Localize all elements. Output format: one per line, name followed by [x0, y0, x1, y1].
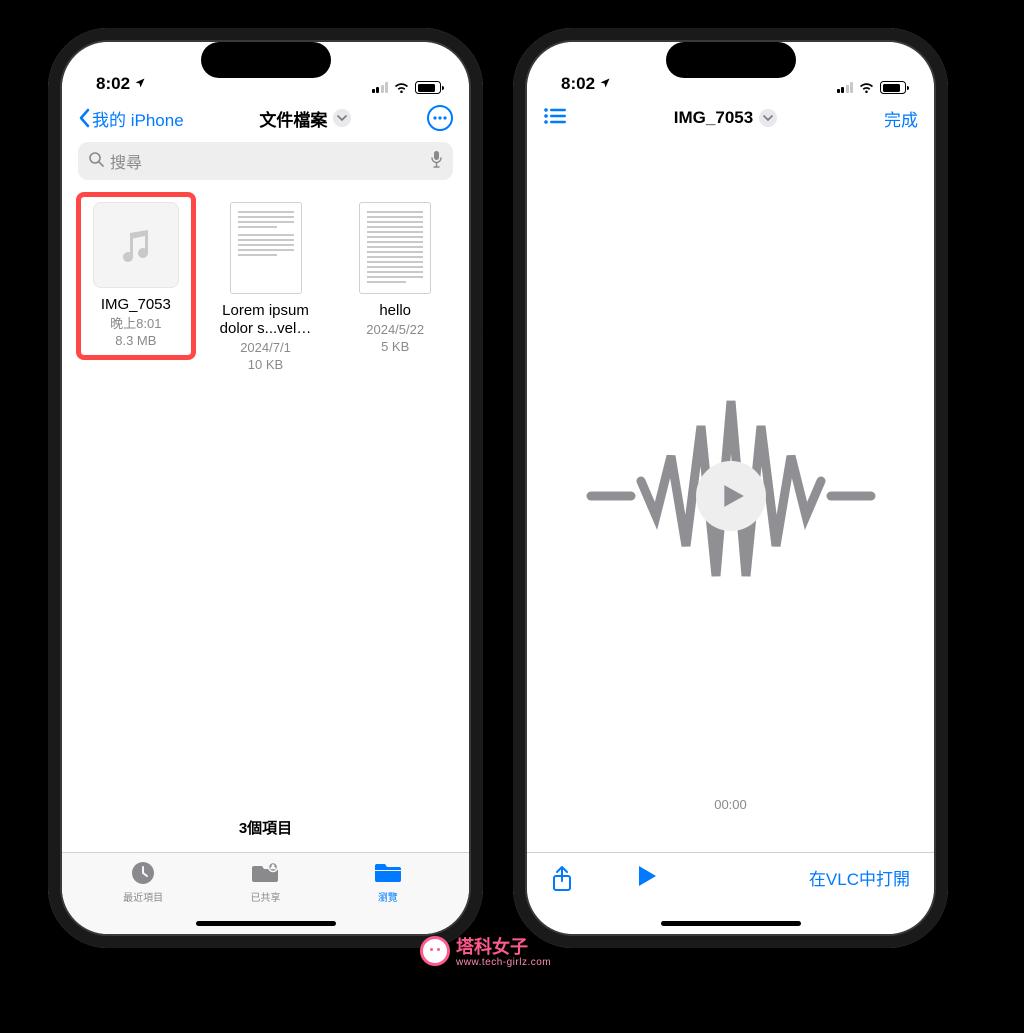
nav-title[interactable]: IMG_7053 — [674, 108, 777, 128]
location-icon — [134, 77, 146, 92]
more-button[interactable] — [427, 105, 453, 131]
timecode: 00:00 — [527, 797, 934, 812]
share-button[interactable] — [551, 865, 573, 898]
file-date: 2024/5/22 — [337, 322, 453, 339]
search-input[interactable]: 搜尋 — [78, 142, 453, 180]
done-button[interactable]: 完成 — [884, 106, 918, 131]
music-icon — [93, 202, 179, 288]
search-icon — [88, 151, 104, 172]
file-item-audio[interactable]: IMG_7053 晚上8:01 8.3 MB — [76, 196, 196, 360]
phone-right: 8:02 IMG_7053 — [513, 28, 948, 948]
watermark-subtitle: www.tech-girlz.com — [456, 957, 551, 968]
file-name: Lorem ipsum dolor s...vel… — [208, 302, 324, 338]
wifi-icon — [393, 81, 410, 94]
nav-bar: IMG_7053 完成 — [527, 96, 934, 140]
file-date: 2024/7/1 — [208, 340, 324, 357]
file-name: IMG_7053 — [78, 296, 194, 314]
play-button[interactable] — [696, 461, 766, 531]
clock-icon — [130, 859, 156, 887]
folder-icon — [373, 859, 403, 887]
tab-browse[interactable]: 瀏覽 — [348, 859, 428, 934]
back-label: 我的 iPhone — [92, 106, 184, 131]
cellular-icon — [837, 82, 854, 93]
file-date: 晚上8:01 — [78, 316, 194, 333]
search-placeholder: 搜尋 — [110, 149, 142, 173]
document-icon — [359, 202, 431, 294]
play-toolbar-button[interactable] — [637, 865, 657, 892]
back-button[interactable]: 我的 iPhone — [78, 106, 184, 131]
battery-icon — [415, 81, 441, 94]
status-time: 8:02 — [96, 74, 130, 94]
nav-bar: 我的 iPhone 文件檔案 — [62, 96, 469, 140]
open-in-button[interactable]: 在VLC中打開 — [809, 865, 910, 890]
file-grid: IMG_7053 晚上8:01 8.3 MB Lorem ipsum dolor… — [62, 190, 469, 390]
file-size: 8.3 MB — [78, 333, 194, 350]
cellular-icon — [372, 82, 389, 93]
chevron-down-icon — [759, 109, 777, 127]
file-item-doc[interactable]: Lorem ipsum dolor s...vel… 2024/7/1 10 K… — [206, 196, 326, 384]
home-indicator[interactable] — [196, 921, 336, 926]
chevron-down-icon — [333, 109, 351, 127]
file-item-doc[interactable]: hello 2024/5/22 5 KB — [335, 196, 455, 366]
list-button[interactable] — [543, 107, 567, 130]
battery-icon — [880, 81, 906, 94]
file-size: 5 KB — [337, 339, 453, 356]
audio-preview — [527, 140, 934, 852]
waveform-icon — [581, 386, 881, 606]
document-icon — [230, 202, 302, 294]
status-time: 8:02 — [561, 74, 595, 94]
watermark: 塔科女子 www.tech-girlz.com — [420, 933, 551, 968]
watermark-title: 塔科女子 — [456, 937, 528, 957]
file-size: 10 KB — [208, 357, 324, 374]
phone-left: 8:02 我的 iPhone — [48, 28, 483, 948]
nav-title[interactable]: 文件檔案 — [259, 106, 351, 131]
home-indicator[interactable] — [661, 921, 801, 926]
mic-icon[interactable] — [430, 150, 443, 173]
tab-recent[interactable]: 最近項目 — [103, 859, 183, 934]
dynamic-island — [666, 42, 796, 78]
item-count: 3個項目 — [62, 817, 469, 838]
wifi-icon — [858, 81, 875, 94]
dynamic-island — [201, 42, 331, 78]
shared-folder-icon — [250, 859, 280, 887]
mascot-icon — [420, 936, 450, 966]
file-name: hello — [337, 302, 453, 320]
location-icon — [599, 77, 611, 92]
